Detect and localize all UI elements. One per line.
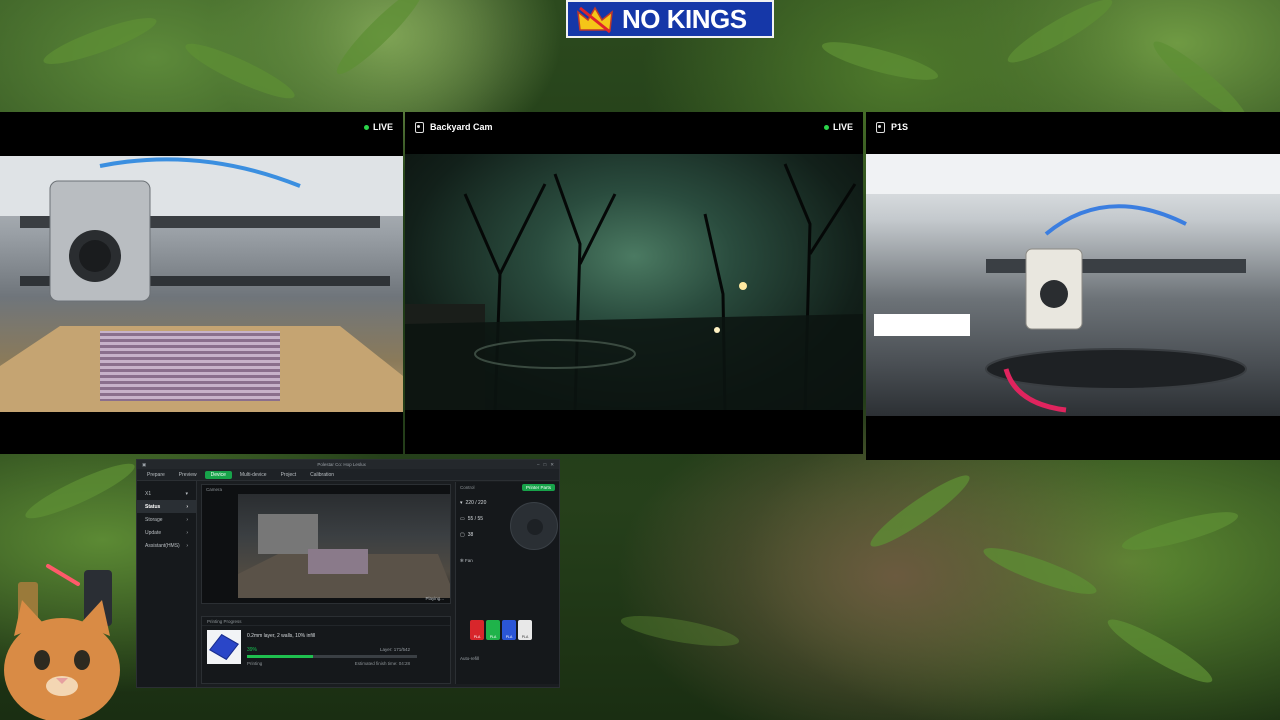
estimated-finish: Estimated finish time: 04:28 (354, 661, 410, 666)
live-label: LIVE (372, 122, 393, 132)
chevron-right-icon: › (186, 516, 188, 523)
leaf-decoration (1119, 504, 1241, 558)
control-panel: Control Printer Parts ▾ 220 / 220 ▭ 55 / 5… (455, 482, 559, 684)
live-dot-icon (823, 124, 829, 130)
chamber-icon: ▢ (460, 532, 465, 538)
ams-spool[interactable]: PLA (486, 620, 500, 640)
fan-control[interactable]: ✻ Fan (460, 558, 473, 564)
chevron-right-icon: › (186, 503, 188, 510)
home-button[interactable] (527, 519, 543, 535)
ams-spool[interactable]: PLA (502, 620, 516, 640)
logo-text: NO KINGS (622, 3, 747, 34)
ams-spool-row: PLA PLA PLA PLA (470, 620, 532, 640)
print-status: Printing (247, 661, 263, 666)
app-logo-icon: ▣ (142, 461, 147, 467)
printer-scene-image (0, 156, 403, 412)
live-dot-icon (363, 124, 369, 130)
leaf-decoration (329, 0, 431, 82)
camera-feed-printer (0, 156, 403, 412)
leaf-decoration (864, 467, 976, 555)
camera-panel-1: LIVE (0, 112, 403, 454)
job-name: 0.2mm layer, 2 walls, 10% infill (247, 633, 316, 639)
app-title-bar: ▣ Polestar Co: Hop Leslux – □ ✕ (137, 460, 559, 469)
device-selector[interactable]: X1 ▾ (137, 487, 196, 500)
device-sidebar: X1 ▾ Status › Storage › Update › Assistant(H… (137, 481, 197, 687)
printer-preview-image (238, 514, 450, 598)
printer-parts-button[interactable]: Printer Parts (521, 483, 555, 491)
tab-calibration[interactable]: Calibration (304, 471, 340, 479)
p1s-scene-image (866, 154, 1280, 413)
camera-feed-p1s (866, 154, 1280, 416)
control-header: Control Printer Parts (456, 482, 559, 492)
cube-model-icon (209, 634, 239, 660)
no-kings-logo: NO KINGS (566, 0, 774, 38)
tab-project[interactable]: Project (275, 471, 303, 479)
progress-percent: 39% (247, 647, 258, 653)
leaf-decoration (819, 34, 941, 88)
fan-icon: ✻ (460, 558, 464, 563)
leaf-decoration (39, 10, 161, 72)
print-thumbnail (207, 630, 241, 664)
printer-camera-preview (238, 494, 450, 598)
printing-progress-panel: Printing Progress 0.2mm layer, 2 walls, … (201, 616, 451, 684)
bed-temp[interactable]: ▭ 55 / 55 (460, 516, 483, 522)
camera-feed-backyard (405, 154, 863, 410)
camera-view: Camera Playing... (201, 484, 451, 604)
tab-device[interactable]: Device (204, 470, 232, 479)
live-indicator: LIVE (363, 122, 393, 132)
camera-panel-3: P1S (866, 112, 1280, 460)
nozzle-temp[interactable]: ▾ 220 / 220 (460, 500, 486, 506)
progress-bar-fill (247, 655, 314, 658)
auto-refill-link[interactable]: Auto-refill (460, 656, 479, 661)
app-window-title: Polestar Co: Hop Leslux (317, 462, 366, 467)
ams-spool[interactable]: PLA (470, 620, 484, 640)
tab-prepare[interactable]: Prepare (141, 471, 171, 479)
crown-icon (576, 4, 614, 34)
chevron-down-icon: ▾ (185, 490, 188, 497)
camera-title: P1S (891, 122, 909, 132)
sidebar-item-storage[interactable]: Storage › (137, 513, 196, 526)
sidebar-item-status[interactable]: Status › (137, 500, 196, 513)
live-indicator: LIVE (823, 122, 853, 132)
chamber-temp: ▢ 38 (460, 532, 474, 538)
playing-status: Playing... (425, 596, 444, 601)
camera-header: P1S (866, 112, 1280, 142)
leaf-decoration (979, 540, 1101, 602)
cat-mascot-image (0, 560, 138, 720)
live-label: LIVE (832, 122, 853, 132)
bed-icon: ▭ (460, 516, 465, 522)
leaf-decoration (1002, 0, 1118, 71)
axis-joystick[interactable] (510, 502, 558, 550)
chevron-right-icon: › (186, 529, 188, 536)
tab-multi-device[interactable]: Multi-device (234, 471, 273, 479)
slicer-app-window: ▣ Polestar Co: Hop Leslux – □ ✕ Prepare … (136, 459, 560, 688)
progress-bar (247, 655, 417, 658)
backyard-scene-image (405, 163, 863, 410)
ams-spool[interactable]: PLA (518, 620, 532, 640)
leaf-decoration (619, 609, 741, 653)
leaf-decoration (20, 455, 140, 527)
camera-icon (415, 121, 424, 133)
sidebar-item-update[interactable]: Update › (137, 526, 196, 539)
stream-overlay: NO KINGS LIVE Backyard Cam LIVE P1S ▣ Po… (0, 0, 1280, 720)
camera-bar: Camera (206, 486, 223, 492)
app-menu-bar: Prepare Preview Device Multi-device Proj… (137, 469, 559, 481)
tab-preview[interactable]: Preview (173, 471, 203, 479)
sidebar-item-assistant[interactable]: Assistant(HMS) › (137, 539, 196, 552)
camera-icon (876, 121, 885, 133)
nozzle-icon: ▾ (460, 500, 463, 506)
camera-header: Backyard Cam LIVE (405, 112, 863, 142)
progress-header: Printing Progress (202, 617, 450, 626)
camera-header: LIVE (0, 112, 403, 142)
camera-title: Backyard Cam (430, 122, 493, 132)
close-icon[interactable]: ✕ (550, 462, 554, 468)
camera-panel-2: Backyard Cam LIVE (405, 112, 863, 454)
layer-count: Layer: 171/542 (379, 647, 410, 652)
leaf-decoration (180, 35, 300, 107)
minimize-icon[interactable]: – (537, 462, 540, 468)
leaf-decoration (1102, 611, 1218, 691)
maximize-icon[interactable]: □ (544, 462, 547, 468)
chevron-right-icon: › (186, 542, 188, 549)
